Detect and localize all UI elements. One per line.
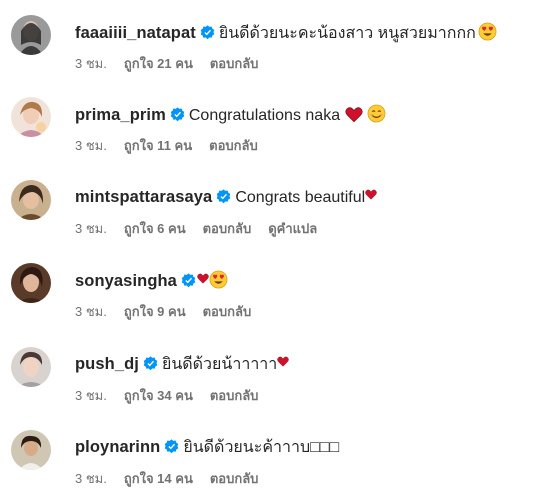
heart-emoji-icon bbox=[365, 189, 377, 200]
heart-emoji-icon bbox=[277, 356, 289, 367]
heart-emoji-icon bbox=[345, 107, 363, 123]
comment-time: 3 ชม. bbox=[75, 56, 107, 71]
reply-button[interactable]: ตอบกลับ bbox=[210, 471, 259, 486]
comment-username[interactable]: faaaiiii_natapat bbox=[75, 24, 196, 42]
verified-badge-icon bbox=[200, 25, 215, 40]
comment-item: mintspattarasaya Congrats beautiful 3 ชม.… bbox=[0, 180, 533, 250]
smile-emoji-icon bbox=[367, 104, 386, 123]
comment-username[interactable]: sonyasingha bbox=[75, 272, 177, 290]
avatar[interactable] bbox=[11, 15, 51, 55]
avatar[interactable] bbox=[11, 97, 51, 137]
comment-time: 3 ชม. bbox=[75, 471, 107, 486]
comment-time: 3 ชม. bbox=[75, 221, 107, 236]
likes-count[interactable]: ถูกใจ 21 คน bbox=[124, 56, 193, 71]
comment-item: prima_prim Congratulations naka 3 ชม. ถูกใ… bbox=[0, 97, 533, 167]
likes-count[interactable]: ถูกใจ 6 คน bbox=[124, 221, 186, 236]
likes-count[interactable]: ถูกใจ 34 คน bbox=[124, 388, 193, 403]
avatar[interactable] bbox=[11, 263, 51, 303]
avatar[interactable] bbox=[11, 430, 51, 470]
comment-list: faaaiiii_natapat ยินดีด้วยนะคะน้องสาว หนู… bbox=[0, 0, 533, 497]
likes-count[interactable]: ถูกใจ 9 คน bbox=[124, 304, 186, 319]
reply-button[interactable]: ตอบกลับ bbox=[209, 138, 258, 153]
comment-time: 3 ชม. bbox=[75, 388, 107, 403]
comment-item: ploynarinn ยินดีด้วยนะค้าาาบ□□□ 3 ชม. ถูกใ… bbox=[0, 430, 533, 500]
comment-text: ยินดีด้วยน้าาาาา bbox=[161, 356, 278, 373]
likes-count[interactable]: ถูกใจ 14 คน bbox=[124, 471, 193, 486]
comment-text: ยินดีด้วยนะค้าาาบ□□□ bbox=[183, 439, 340, 456]
comment-username[interactable]: prima_prim bbox=[75, 106, 166, 124]
verified-badge-icon bbox=[143, 356, 158, 371]
likes-count[interactable]: ถูกใจ 11 คน bbox=[124, 138, 192, 153]
comment-text: Congratulations naka bbox=[188, 107, 341, 124]
heart-emoji-icon bbox=[197, 273, 209, 284]
avatar[interactable] bbox=[11, 347, 51, 387]
avatar[interactable] bbox=[11, 180, 51, 220]
see-translation-button[interactable]: ดูคำแปล bbox=[268, 221, 317, 236]
comment-username[interactable]: ploynarinn bbox=[75, 438, 160, 456]
comment-time: 3 ชม. bbox=[75, 138, 107, 153]
reply-button[interactable]: ตอบกลับ bbox=[203, 304, 252, 319]
verified-badge-icon bbox=[165, 439, 179, 454]
comment-text: ยินดีด้วยนะคะน้องสาว หนูสวยมากกก bbox=[218, 25, 476, 42]
heart-eyes-emoji-icon bbox=[478, 22, 497, 41]
heart-eyes-emoji-icon bbox=[209, 270, 228, 289]
reply-button[interactable]: ตอบกลับ bbox=[203, 221, 252, 236]
comment-username[interactable]: mintspattarasaya bbox=[75, 188, 212, 206]
comment-item: faaaiiii_natapat ยินดีด้วยนะคะน้องสาว หนู… bbox=[0, 15, 533, 85]
comment-username[interactable]: push_dj bbox=[75, 355, 139, 373]
verified-badge-icon bbox=[170, 107, 185, 122]
comment-time: 3 ชม. bbox=[75, 304, 107, 319]
comment-item: push_dj ยินดีด้วยน้าาาาา 3 ชม. ถูกใจ 34 คน… bbox=[0, 347, 533, 417]
comment-item: sonyasingha 3 ชม. ถูกใจ 9 คน ตอบกลับ bbox=[0, 263, 533, 333]
comment-text: Congrats beautiful bbox=[235, 189, 366, 206]
reply-button[interactable]: ตอบกลับ bbox=[210, 388, 259, 403]
verified-badge-icon bbox=[217, 189, 231, 204]
verified-badge-icon bbox=[181, 273, 196, 288]
reply-button[interactable]: ตอบกลับ bbox=[210, 56, 259, 71]
